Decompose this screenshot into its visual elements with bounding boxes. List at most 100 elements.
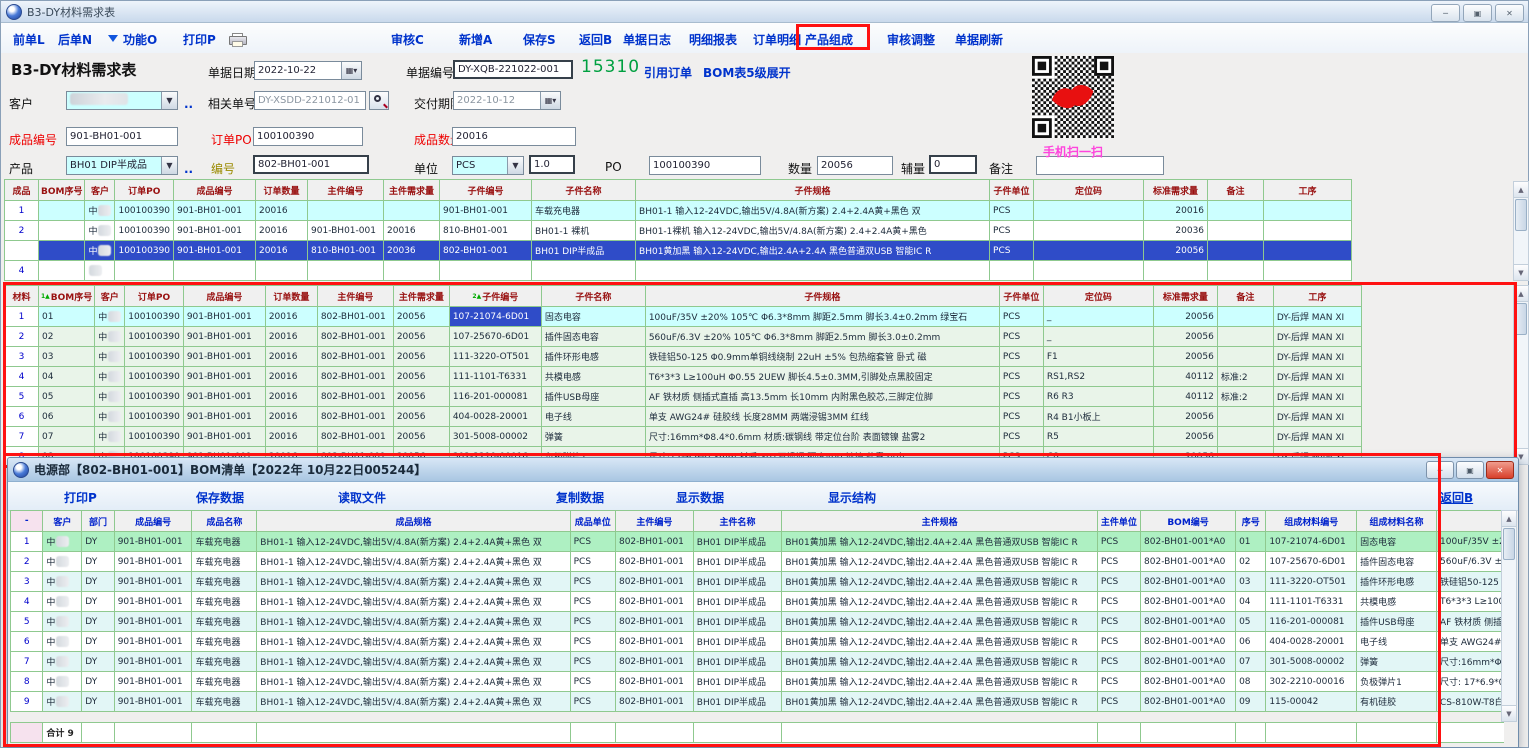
column-header[interactable]: 客户: [85, 180, 115, 201]
table-cell[interactable]: BH01-1 裸机: [532, 221, 636, 241]
table-cell[interactable]: 1: [5, 307, 39, 327]
qty-field[interactable]: 20056: [817, 156, 893, 175]
table-cell[interactable]: DY: [82, 592, 114, 612]
table-cell[interactable]: 802-BH01-001: [317, 387, 393, 407]
quote-order-link[interactable]: 引用订单: [644, 64, 692, 81]
table-cell[interactable]: [532, 261, 636, 281]
table-cell[interactable]: BH01黄加黑 输入12-24VDC,输出2.4A+2.4A 黑色普通双USB …: [782, 692, 1097, 712]
doc-no-field[interactable]: DY-XQB-221022-001: [453, 60, 573, 79]
table-cell[interactable]: 06: [39, 407, 95, 427]
table-cell[interactable]: [256, 261, 308, 281]
chevron-down-icon[interactable]: ▼: [507, 157, 523, 174]
table-cell[interactable]: PCS: [999, 407, 1043, 427]
table-cell[interactable]: [1217, 327, 1273, 347]
table-cell[interactable]: [192, 723, 257, 743]
maximize-icon[interactable]: ▣: [1456, 461, 1484, 479]
table-cell[interactable]: [1437, 723, 1504, 743]
table-cell[interactable]: 20036: [1144, 221, 1208, 241]
table-cell[interactable]: [1217, 347, 1273, 367]
table-cell[interactable]: 铁硅铝50-125 Φ0.9mm单铜线绕制 22uH ±5% 包热缩套管 卧式 …: [645, 347, 999, 367]
table-cell[interactable]: PCS: [1097, 692, 1140, 712]
table-cell[interactable]: 802-BH01-001: [615, 692, 693, 712]
table-cell[interactable]: PCS: [999, 307, 1043, 327]
table-cell[interactable]: 车载充电器: [192, 592, 257, 612]
table-cell[interactable]: BH01-1 输入12-24VDC,输出5V/4.8A(新方案) 2.4+2.4…: [257, 612, 570, 632]
table-cell[interactable]: [11, 723, 43, 743]
table-cell[interactable]: _: [1043, 307, 1153, 327]
table-cell[interactable]: 111-1101-T6331: [449, 367, 541, 387]
table-cell[interactable]: 20016: [265, 387, 317, 407]
scroll-up-icon[interactable]: ▲: [1514, 182, 1528, 198]
table-cell[interactable]: BH01黄加黑 输入12-24VDC,输出2.4A+2.4A 黑色普通双USB …: [782, 552, 1097, 572]
table-row[interactable]: 5中DY901-BH01-001车载充电器BH01-1 输入12-24VDC,输…: [11, 612, 1505, 632]
table-cell[interactable]: 100100390: [115, 221, 174, 241]
table-cell[interactable]: 20056: [393, 407, 449, 427]
column-header[interactable]: -: [11, 511, 43, 532]
table-cell[interactable]: 中: [95, 307, 125, 327]
table-cell[interactable]: BH01黄加黑 输入12-24VDC,输出2.4A+2.4A 黑色普通双USB …: [782, 572, 1097, 592]
table-cell[interactable]: 802-BH01-001*A0: [1141, 672, 1236, 692]
table-cell[interactable]: 负极弹片1: [1357, 672, 1437, 692]
table-cell[interactable]: [615, 723, 693, 743]
table-cell[interactable]: 尺寸:16mm*Φ8.4*0.6mm 材质:碳钢线 带定位台阶 表面镀镍 盐雾2: [645, 427, 999, 447]
table-cell[interactable]: DY-后焊 MAN XI: [1273, 327, 1361, 347]
table-cell[interactable]: 20056: [1153, 327, 1217, 347]
table-cell[interactable]: 共模电感: [1357, 592, 1437, 612]
bom-show-structure[interactable]: 显示结构: [828, 489, 876, 506]
table-cell[interactable]: 100100390: [125, 367, 184, 387]
column-header[interactable]: 客户: [95, 286, 125, 307]
table-cell[interactable]: [782, 723, 1097, 743]
products-grid-scrollbar[interactable]: ▲ ▼: [1513, 181, 1529, 281]
table-cell[interactable]: 20056: [1153, 307, 1217, 327]
menu-next-doc[interactable]: 后单N: [58, 31, 92, 48]
table-cell[interactable]: 合计 9: [43, 723, 82, 743]
table-cell[interactable]: 2: [5, 327, 39, 347]
table-cell[interactable]: [1357, 723, 1437, 743]
scroll-down-icon[interactable]: ▼: [1514, 264, 1528, 280]
table-cell[interactable]: 06: [1236, 632, 1266, 652]
table-cell[interactable]: 100100390: [115, 201, 174, 221]
table-cell[interactable]: PCS: [570, 572, 615, 592]
scroll-down-icon[interactable]: ▼: [1502, 705, 1516, 721]
table-cell[interactable]: 2: [5, 221, 39, 241]
table-cell[interactable]: [39, 221, 85, 241]
table-cell[interactable]: 标准:2: [1217, 367, 1273, 387]
table-cell[interactable]: 20056: [393, 347, 449, 367]
table-cell[interactable]: DY: [82, 632, 114, 652]
table-cell[interactable]: [384, 261, 440, 281]
table-row[interactable]: 4中DY901-BH01-001车载充电器BH01-1 输入12-24VDC,输…: [11, 592, 1505, 612]
table-cell[interactable]: 802-BH01-001: [615, 592, 693, 612]
bom-show-data[interactable]: 显示数据: [676, 489, 724, 506]
table-cell[interactable]: [1217, 307, 1273, 327]
table-cell[interactable]: DY-后焊 MAN XI: [1273, 367, 1361, 387]
table-cell[interactable]: 115-00042: [1266, 692, 1357, 712]
table-cell[interactable]: 901-BH01-001: [183, 387, 265, 407]
table-cell[interactable]: 20036: [384, 241, 440, 261]
table-cell[interactable]: 100100390: [125, 407, 184, 427]
table-cell[interactable]: [1097, 723, 1140, 743]
table-cell[interactable]: 802-BH01-001: [440, 241, 532, 261]
column-header[interactable]: BOM序号: [39, 286, 95, 307]
table-cell[interactable]: PCS: [570, 692, 615, 712]
table-cell[interactable]: BH01黄加黑 输入12-24VDC,输出2.4A+2.4A 黑色普通双USB …: [636, 241, 990, 261]
table-cell[interactable]: 有机硅胶: [1357, 692, 1437, 712]
menu-audit[interactable]: 审核C: [391, 31, 424, 48]
close-icon[interactable]: ✕: [1486, 461, 1514, 479]
column-header[interactable]: 成品单位: [570, 511, 615, 532]
table-cell[interactable]: 901-BH01-001: [174, 241, 256, 261]
table-cell[interactable]: 302-2210-00016: [1266, 672, 1357, 692]
table-cell[interactable]: 中: [43, 612, 82, 632]
scroll-up-icon[interactable]: ▲: [1514, 286, 1528, 302]
table-cell[interactable]: 电子线: [1357, 632, 1437, 652]
table-cell[interactable]: 6: [11, 632, 43, 652]
maximize-icon[interactable]: ▣: [1463, 4, 1492, 22]
table-cell[interactable]: 中: [43, 652, 82, 672]
table-cell[interactable]: 901-BH01-001: [174, 201, 256, 221]
table-row[interactable]: 2中DY901-BH01-001车载充电器BH01-1 输入12-24VDC,输…: [11, 552, 1505, 572]
table-row[interactable]: 合计 9: [11, 723, 1505, 743]
table-cell[interactable]: 车载充电器: [192, 692, 257, 712]
table-cell[interactable]: BH01 DIP半成品: [693, 532, 782, 552]
table-cell[interactable]: DY-后焊 MAN XI: [1273, 347, 1361, 367]
table-cell[interactable]: BH01 DIP半成品: [693, 592, 782, 612]
table-row[interactable]: 3中DY901-BH01-001车载充电器BH01-1 输入12-24VDC,输…: [11, 572, 1505, 592]
